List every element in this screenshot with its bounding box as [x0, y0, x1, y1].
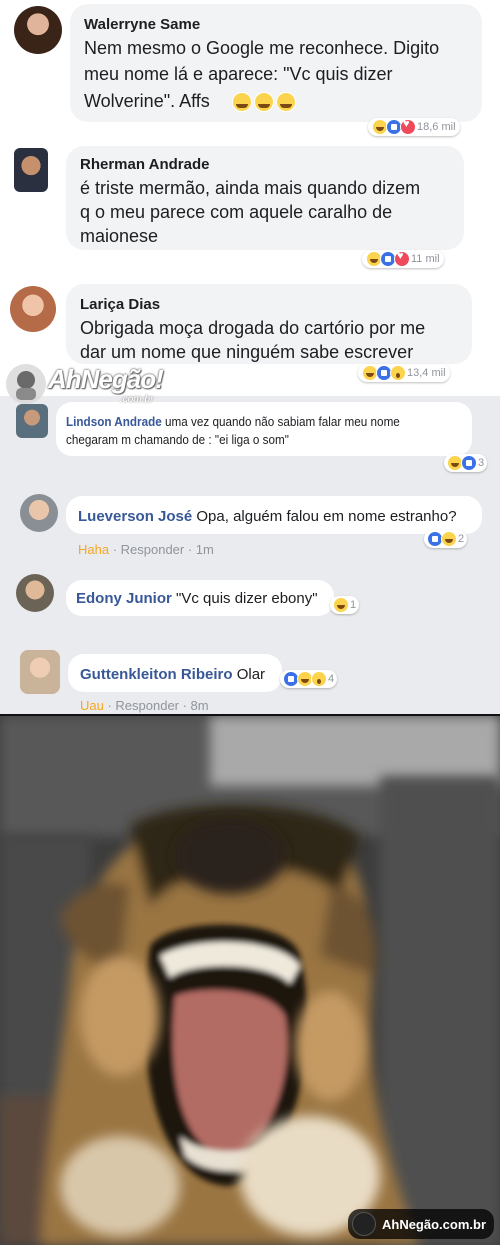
comment-author[interactable]: Guttenkleiton Ribeiro [80, 666, 233, 683]
comment-text: Opa, alguém falou em nome estranho? [196, 508, 457, 525]
comment-author[interactable]: Rherman Andrade [80, 156, 209, 173]
comment-text-line: Obrigada moça drogada do cartório por me [80, 318, 426, 338]
comment-author[interactable]: Lueverson José [78, 508, 192, 525]
reaction-count: 3 [478, 457, 485, 469]
wow-reaction-icon [390, 365, 406, 381]
reaction-count: 11 mil [411, 253, 440, 265]
avatar[interactable] [14, 148, 48, 192]
watermark-domain: .com.br [120, 394, 154, 405]
love-reaction-icon [394, 250, 410, 267]
comment-text-line: chegaram m chamando de : "ei liga o som" [66, 432, 289, 447]
site-watermark: AhNegão! .com.br [4, 360, 174, 410]
reaction-summary[interactable]: 11 mil [362, 250, 444, 268]
haha-reaction-icon [441, 531, 457, 547]
reaction-count: 2 [458, 533, 465, 545]
comment-text-line: meu nome lá e aparece: "Vc quis dizer [84, 64, 393, 84]
avatar[interactable] [10, 286, 56, 332]
avatar[interactable] [16, 574, 54, 612]
reaction-count: 13,4 mil [407, 367, 446, 379]
comment-line: Guttenkleiton Ribeiro Olar [80, 666, 265, 683]
reaction-count: 18,6 mil [417, 121, 456, 133]
comment-line: Lindson Andrade uma vez quando não sabia… [66, 414, 400, 429]
watermark-url: AhNegão.com.br [381, 1216, 486, 1232]
grin-emoji-icon [276, 92, 296, 112]
comment-meta: Uau · Responder · 8m [80, 698, 209, 713]
comment-text: Olar [236, 666, 266, 683]
comment-author[interactable]: Lindson Andrade [66, 414, 162, 429]
comment-author[interactable]: Edony Junior [76, 590, 172, 607]
watermark-brand: AhNegão! [48, 364, 164, 394]
mascot-logo-icon [351, 1212, 376, 1236]
meh-emoji-icon [254, 92, 274, 112]
comment-text: uma vez quando não sabiam falar meu nome [165, 414, 400, 429]
reaction-summary[interactable]: 3 [444, 454, 488, 472]
comment-meta: Haha · Responder · 1m [78, 542, 214, 557]
comment-text-line: maionese [80, 226, 159, 246]
comment-bubble [56, 402, 472, 456]
haha-reaction-icon [333, 597, 349, 613]
comments-screenshot-top: Walerryne Same Nem mesmo o Google me rec… [0, 0, 500, 396]
comment-text-line: q o meu parece com aquele caralho de [80, 202, 393, 222]
reaction-summary[interactable]: 2 [424, 530, 468, 548]
comment-author[interactable]: Walerryne Same [84, 16, 200, 33]
reaction-count: 1 [350, 599, 357, 611]
like-reaction-icon [461, 455, 477, 471]
footer-watermark: AhNegão.com.br [347, 1209, 494, 1239]
reply-link[interactable]: · Responder · 8m [104, 698, 208, 713]
reaction-summary[interactable]: 13,4 mil [358, 364, 450, 382]
barking-dog-photo: AhNegão.com.br [0, 714, 500, 1245]
reaction-summary[interactable]: 4 [280, 670, 338, 688]
comment-text-line: é triste mermão, ainda mais quando dizem [80, 178, 421, 198]
love-reaction-icon [400, 118, 416, 135]
comment-text-line: Wolverine". Affs [84, 91, 210, 111]
comment-author[interactable]: Lariça Dias [80, 296, 160, 313]
wow-reaction-icon [311, 671, 327, 687]
meh-emoji-icon [232, 92, 252, 112]
dog-image [0, 716, 500, 1245]
avatar[interactable] [20, 650, 60, 694]
comment-line: Lueverson José Opa, alguém falou em nome… [78, 508, 457, 525]
emoji-confused [232, 92, 296, 112]
avatar[interactable] [14, 6, 62, 54]
comments-screenshot-bottom: Lindson Andrade uma vez quando não sabia… [0, 396, 500, 714]
reply-link[interactable]: · Responder · 1m [109, 542, 214, 557]
reaction-count: 4 [328, 673, 335, 685]
avatar[interactable] [20, 494, 58, 532]
comment-line: Edony Junior "Vc quis dizer ebony" [76, 590, 318, 607]
comment-text-line: Nem mesmo o Google me reconhece. Digito [84, 38, 440, 58]
reaction-summary[interactable]: 18,6 mil [368, 118, 460, 136]
comment-text: "Vc quis dizer ebony" [176, 590, 318, 607]
mascot-logo-icon [6, 364, 46, 404]
my-reaction-link[interactable]: Uau [80, 698, 104, 713]
my-reaction-link[interactable]: Haha [78, 542, 109, 557]
reaction-summary[interactable]: 1 [330, 596, 360, 614]
